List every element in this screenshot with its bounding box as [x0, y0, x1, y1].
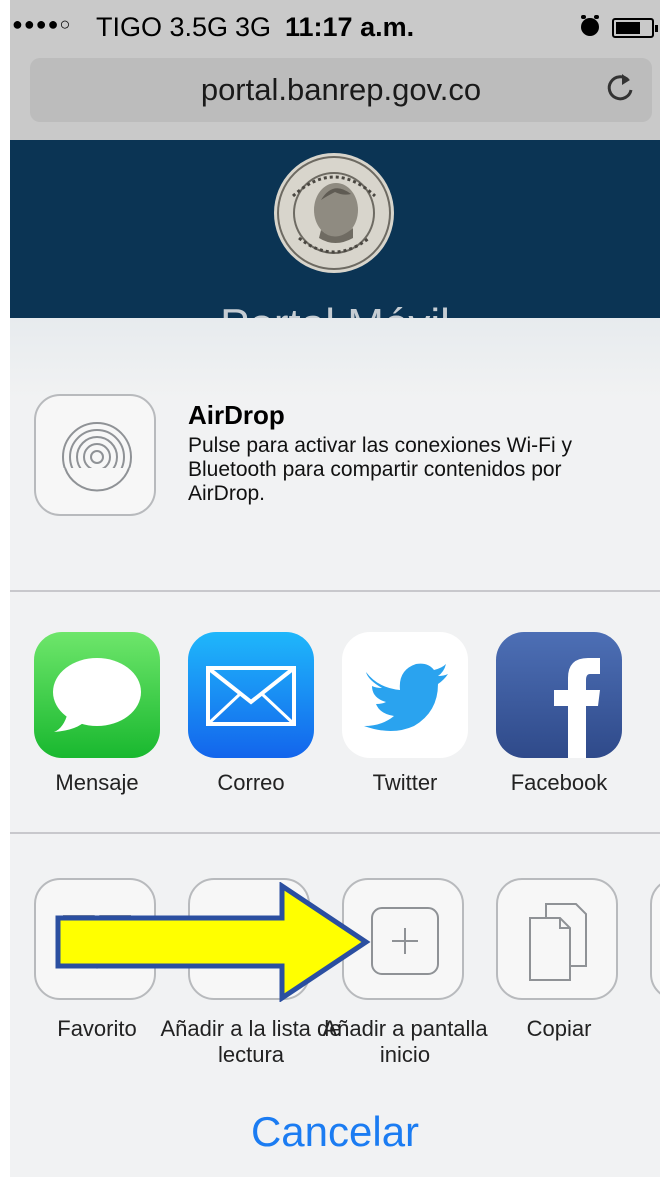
share-app-facebook[interactable]: Facebook: [496, 632, 622, 796]
signal-strength: ●●●●○: [12, 14, 72, 34]
twitter-icon[interactable]: [342, 632, 468, 758]
action-label: Copiar: [526, 1016, 592, 1041]
bank-seal-logo: [274, 153, 394, 273]
action-copiar[interactable]: Copiar: [496, 878, 622, 1041]
alarm-icon: [581, 15, 599, 36]
browser-topbar: ●●●●○ TIGO 3.5G 3G 11:17 a.m. portal.ban…: [10, 0, 660, 140]
share-app-twitter[interactable]: Twitter: [342, 632, 468, 796]
app-label: Mensaje: [55, 770, 139, 795]
airdrop-title: AirDrop: [188, 400, 285, 430]
messages-icon[interactable]: [34, 632, 160, 758]
share-app-mensaje[interactable]: Mensaje: [34, 632, 160, 796]
airdrop-description: Pulse para activar las conexiones Wi-Fi …: [188, 434, 572, 505]
reload-icon[interactable]: [602, 70, 638, 106]
app-label: Facebook: [510, 770, 608, 795]
airdrop-icon: [58, 422, 136, 496]
cancel-button[interactable]: Cancelar: [10, 1108, 660, 1156]
share-app-correo[interactable]: Correo: [188, 632, 314, 796]
app-label: Twitter: [372, 770, 438, 795]
app-label: Correo: [217, 770, 285, 795]
copy-icon[interactable]: [496, 878, 618, 1000]
status-bar: ●●●●○ TIGO 3.5G 3G 11:17 a.m.: [10, 10, 660, 50]
share-apps-row: Mensaje Correo Twitter Facebook: [10, 592, 660, 832]
yellow-arrow-annotation: [55, 882, 371, 1002]
action-more-partial[interactable]: [650, 878, 660, 1000]
carrier-name: TIGO 3.5G: [96, 12, 229, 42]
status-time: 11:17 a.m.: [285, 12, 415, 42]
url-text[interactable]: portal.banrep.gov.co: [30, 72, 652, 108]
airdrop-button[interactable]: [34, 394, 156, 516]
mail-icon[interactable]: [188, 632, 314, 758]
share-sheet: AirDrop Pulse para activar las conexione…: [10, 318, 660, 1177]
facebook-icon[interactable]: [496, 632, 622, 758]
cancel-row: Cancelar: [10, 1098, 660, 1177]
phone-screen: ●●●●○ TIGO 3.5G 3G 11:17 a.m. portal.ban…: [10, 0, 660, 1177]
battery-icon: [612, 18, 658, 38]
network-type: 3G: [235, 12, 272, 42]
address-bar[interactable]: portal.banrep.gov.co: [30, 58, 652, 122]
airdrop-section[interactable]: AirDrop Pulse para activar las conexione…: [10, 318, 660, 590]
